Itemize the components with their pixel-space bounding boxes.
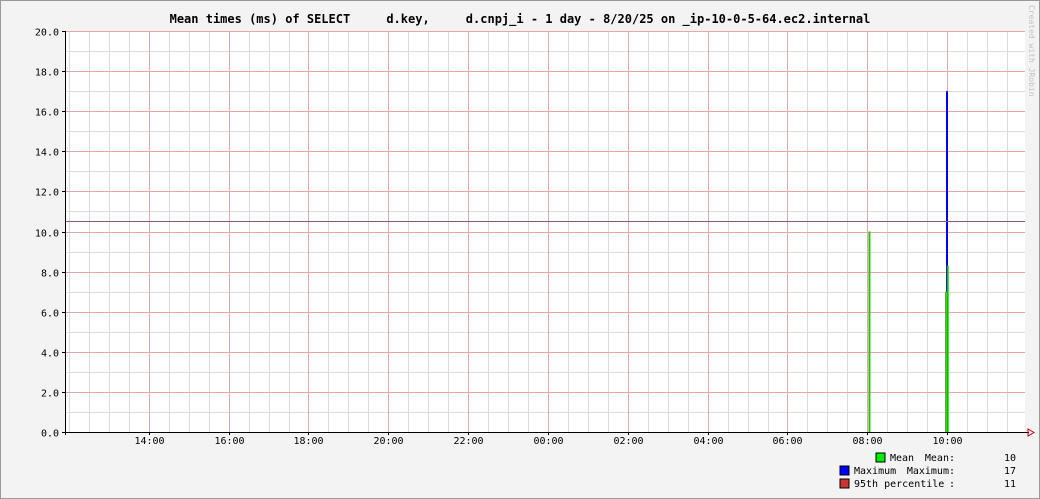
x-tick-label: 02:00 xyxy=(613,436,643,447)
watermark-text: Created with JRobin xyxy=(1027,5,1036,97)
legend-label: Maximum xyxy=(854,466,896,477)
y-tick-label: 12.0 xyxy=(35,188,59,199)
y-tick-label: 6.0 xyxy=(41,309,59,320)
y-tick-label: 0.0 xyxy=(41,429,59,440)
chart-title: Mean times (ms) of SELECT d.key, d.cnpj_… xyxy=(170,12,871,27)
x-tick-label: 20:00 xyxy=(373,436,403,447)
legend-stat-value: 11 xyxy=(1004,479,1016,490)
x-tick-label: 06:00 xyxy=(772,436,802,447)
legend-stat-value: 10 xyxy=(1004,453,1016,464)
legend-stat-label: Mean: xyxy=(925,453,955,464)
x-tick-label: 08:00 xyxy=(852,436,882,447)
x-tick-label: 14:00 xyxy=(134,436,164,447)
x-tick-label: 18:00 xyxy=(293,436,323,447)
x-tick-label: 22:00 xyxy=(453,436,483,447)
chart: 0.02.04.06.08.010.012.014.016.018.020.0 … xyxy=(0,0,1040,499)
y-tick-label: 18.0 xyxy=(35,68,59,79)
legend-stat-label: : xyxy=(949,479,955,490)
legend-stat-label: Maximum: xyxy=(907,466,955,477)
legend-stat-value: 17 xyxy=(1004,466,1016,477)
y-tick-label: 16.0 xyxy=(35,108,59,119)
x-tick-label: 10:00 xyxy=(932,436,962,447)
legend-swatch xyxy=(839,478,850,489)
x-tick-label: 16:00 xyxy=(214,436,244,447)
legend-swatch xyxy=(875,452,886,463)
x-tick-label: 04:00 xyxy=(693,436,723,447)
y-tick-label: 10.0 xyxy=(35,229,59,240)
legend-swatch xyxy=(839,465,850,476)
legend-label: Mean xyxy=(890,453,914,464)
y-tick-label: 2.0 xyxy=(41,389,59,400)
y-tick-label: 8.0 xyxy=(41,269,59,280)
legend-label: 95th percentile xyxy=(854,479,944,490)
y-tick-label: 20.0 xyxy=(35,28,59,39)
x-tick-label: 00:00 xyxy=(533,436,563,447)
y-tick-label: 14.0 xyxy=(35,148,59,159)
y-tick-label: 4.0 xyxy=(41,349,59,360)
